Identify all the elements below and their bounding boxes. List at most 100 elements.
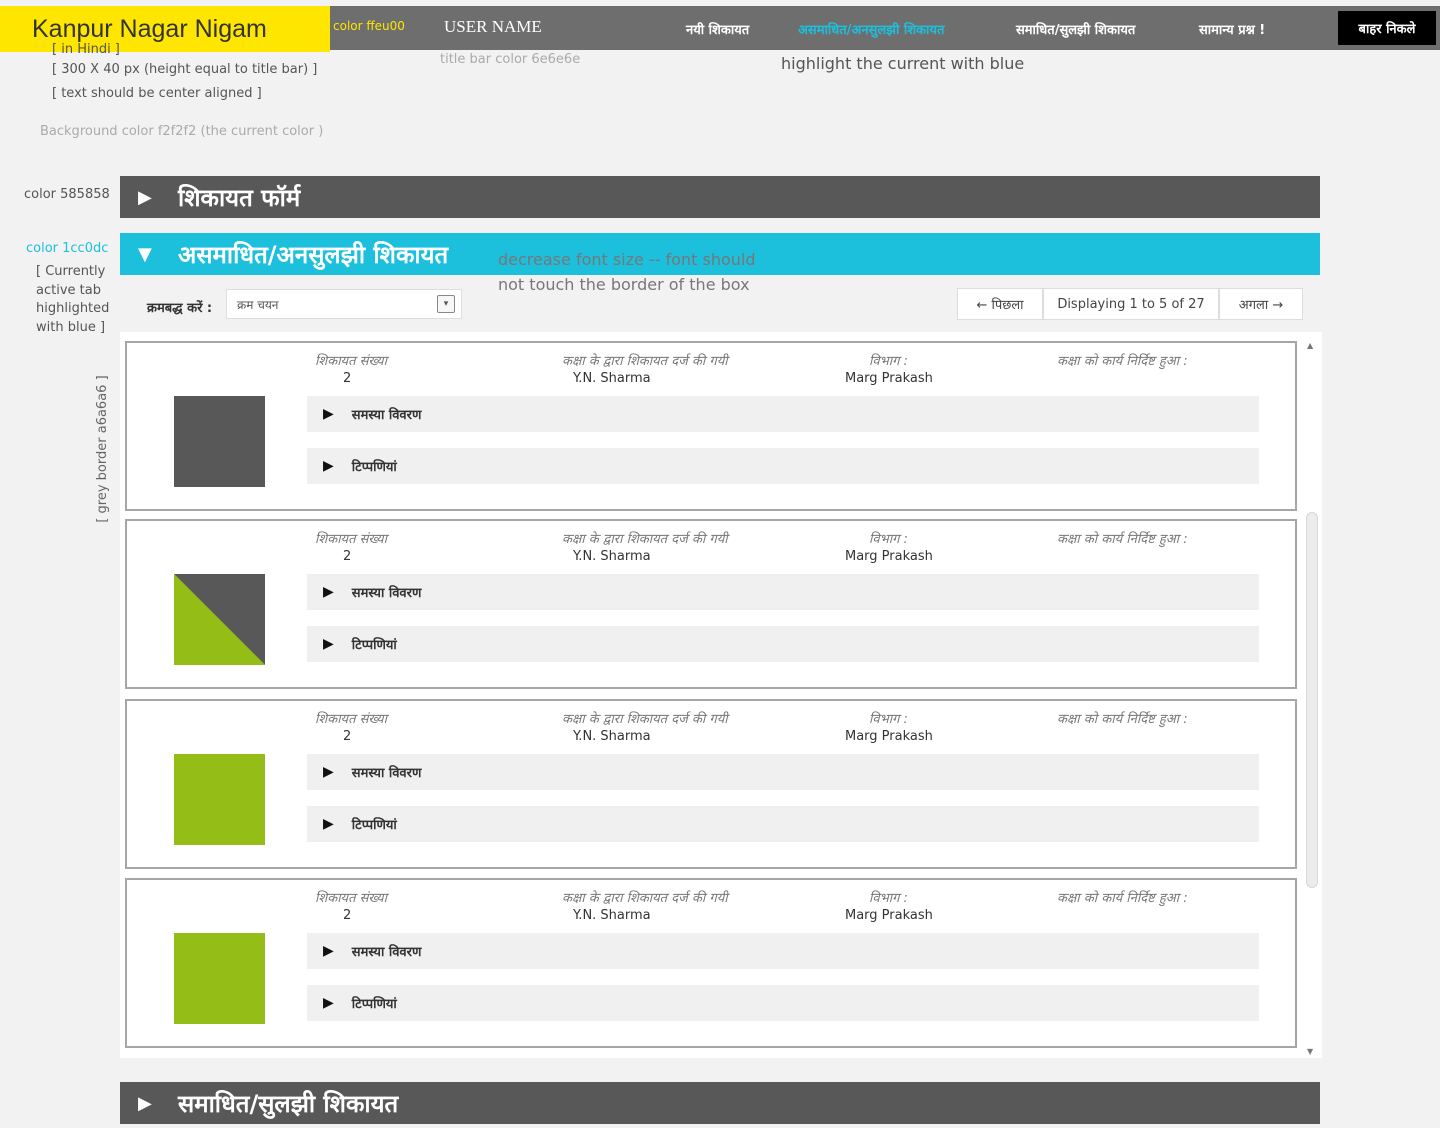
expand-arrow-icon: ▶ bbox=[323, 458, 334, 474]
scroll-down-icon[interactable]: ▼ bbox=[1307, 1047, 1313, 1056]
note-active-tab-2: active tab bbox=[36, 283, 101, 298]
complaint-number: 2 bbox=[343, 908, 352, 923]
col-label-number: शिकायत संख्या bbox=[315, 532, 387, 547]
complaint-filed-by: Y.N. Sharma bbox=[573, 549, 651, 564]
logout-button[interactable]: बाहर निकले bbox=[1338, 11, 1436, 45]
complaint-address: Marg Prakash bbox=[845, 549, 933, 564]
sort-label: क्रमबद्ध करें : bbox=[147, 301, 213, 316]
accordion-label: शिकायत फॉर्म bbox=[178, 183, 301, 212]
col-label-assigned: कक्षा को कार्य निर्दिष्ट हुआ : bbox=[1057, 891, 1188, 906]
col-label-filed-by: कक्षा के द्वारा शिकायत दर्ज की गयी bbox=[562, 712, 728, 727]
note-active-tab-1: [ Currently bbox=[36, 264, 106, 279]
accordion-label: समाधित/सुलझी शिकायत bbox=[178, 1089, 399, 1118]
note-background-color: Background color f2f2f2 (the current col… bbox=[40, 124, 324, 139]
expand-arrow-icon: ▶ bbox=[323, 816, 334, 832]
complaint-address: Marg Prakash bbox=[845, 729, 933, 744]
col-label-address: विभाग : bbox=[869, 532, 908, 547]
col-label-number: शिकायत संख्या bbox=[315, 354, 387, 369]
problem-details-row[interactable]: ▶ समस्या विवरण bbox=[307, 396, 1259, 432]
col-label-filed-by: कक्षा के द्वारा शिकायत दर्ज की गयी bbox=[562, 532, 728, 547]
comments-label: टिप्पणियां bbox=[351, 997, 397, 1012]
dropdown-icon: ▾ bbox=[437, 295, 455, 313]
prev-page-button[interactable]: ← पिछला bbox=[957, 288, 1043, 320]
sort-select[interactable]: क्रम चयन ▾ bbox=[226, 289, 462, 319]
logo-color-note: color ffeu00 bbox=[333, 19, 405, 33]
complaint-filed-by: Y.N. Sharma bbox=[573, 371, 651, 386]
problem-details-label: समस्या विवरण bbox=[351, 408, 422, 423]
sort-select-value: क्रम चयन bbox=[237, 297, 279, 312]
complaint-number: 2 bbox=[343, 371, 352, 386]
accordion-label: असमाधित/अनसुलझी शिकायत bbox=[178, 240, 449, 269]
note-color-1cc0dc: color 1cc0dc bbox=[26, 241, 109, 256]
problem-details-row[interactable]: ▶ समस्या विवरण bbox=[307, 933, 1259, 969]
expand-arrow-icon: ▶ bbox=[138, 1092, 152, 1114]
problem-details-row[interactable]: ▶ समस्या विवरण bbox=[307, 574, 1259, 610]
expand-arrow-icon: ▶ bbox=[323, 943, 334, 959]
expand-arrow-icon: ▶ bbox=[323, 406, 334, 422]
col-label-filed-by: कक्षा के द्वारा शिकायत दर्ज की गयी bbox=[562, 891, 728, 906]
col-label-number: शिकायत संख्या bbox=[315, 712, 387, 727]
username[interactable]: USER NAME bbox=[444, 17, 542, 37]
comments-row[interactable]: ▶ टिप्पणियां bbox=[307, 985, 1259, 1021]
logo[interactable]: Kanpur Nagar Nigam bbox=[0, 6, 330, 52]
comments-row[interactable]: ▶ टिप्पणियां bbox=[307, 806, 1259, 842]
note-title-bar-color: title bar color 6e6e6e bbox=[440, 52, 581, 67]
col-label-address: विभाग : bbox=[869, 354, 908, 369]
expand-arrow-icon: ▶ bbox=[323, 995, 334, 1011]
accordion-resolved-complaints[interactable]: ▶ समाधित/सुलझी शिकायत bbox=[120, 1082, 1320, 1124]
accordion-complaint-form[interactable]: ▶ शिकायत फॉर्म bbox=[120, 176, 1320, 218]
complaint-status-thumbnail bbox=[174, 754, 265, 845]
comments-label: टिप्पणियां bbox=[351, 460, 397, 475]
collapse-arrow-icon: ▼ bbox=[138, 243, 152, 265]
col-label-address: विभाग : bbox=[869, 891, 908, 906]
col-label-assigned: कक्षा को कार्य निर्दिष्ट हुआ : bbox=[1057, 712, 1188, 727]
note-in-hindi: [ in Hindi ] bbox=[52, 42, 120, 57]
complaint-status-thumbnail bbox=[174, 396, 265, 487]
note-center-aligned: [ text should be center aligned ] bbox=[52, 86, 262, 101]
col-label-number: शिकायत संख्या bbox=[315, 891, 387, 906]
comments-label: टिप्पणियां bbox=[351, 818, 397, 833]
problem-details-label: समस्या विवरण bbox=[351, 586, 422, 601]
expand-arrow-icon: ▶ bbox=[323, 584, 334, 600]
note-highlight-current: highlight the current with blue bbox=[781, 54, 1025, 73]
note-color-585858: color 585858 bbox=[24, 187, 110, 202]
problem-details-label: समस्या विवरण bbox=[351, 945, 422, 960]
nav-resolved-complaints[interactable]: समाधित/सुलझी शिकायत bbox=[1016, 20, 1135, 38]
complaint-filed-by: Y.N. Sharma bbox=[573, 729, 651, 744]
note-active-tab-4: with blue ] bbox=[36, 320, 106, 335]
complaint-address: Marg Prakash bbox=[845, 371, 933, 386]
scrollbar-thumb[interactable] bbox=[1306, 512, 1318, 888]
scroll-up-icon[interactable]: ▲ bbox=[1307, 341, 1313, 350]
note-active-tab-3: highlighted bbox=[36, 301, 110, 316]
problem-details-label: समस्या विवरण bbox=[351, 766, 422, 781]
complaint-number: 2 bbox=[343, 549, 352, 564]
complaint-status-thumbnail bbox=[174, 574, 265, 665]
comments-row[interactable]: ▶ टिप्पणियां bbox=[307, 626, 1259, 662]
complaint-card[interactable]: शिकायत संख्या कक्षा के द्वारा शिकायत दर्… bbox=[125, 878, 1297, 1048]
note-logo-size: [ 300 X 40 px (height equal to title bar… bbox=[52, 62, 318, 77]
expand-arrow-icon: ▶ bbox=[323, 636, 334, 652]
nav-unresolved-complaints[interactable]: असमाधित/अनसुलझी शिकायत bbox=[798, 20, 944, 38]
next-page-button[interactable]: अगला → bbox=[1219, 288, 1303, 320]
complaint-number: 2 bbox=[343, 729, 352, 744]
note-grey-border: [ grey border a6a6a6 ] bbox=[95, 375, 110, 523]
nav-new-complaint[interactable]: नयी शिकायत bbox=[686, 20, 749, 38]
pager-status: Displaying 1 to 5 of 27 bbox=[1043, 288, 1219, 320]
comments-label: टिप्पणियां bbox=[351, 638, 397, 653]
col-label-assigned: कक्षा को कार्य निर्दिष्ट हुआ : bbox=[1057, 354, 1188, 369]
logo-text: Kanpur Nagar Nigam bbox=[32, 14, 267, 43]
note-decrease-font-1: decrease font size -- font should bbox=[498, 250, 756, 269]
comments-row[interactable]: ▶ टिप्पणियां bbox=[307, 448, 1259, 484]
complaint-status-thumbnail bbox=[174, 933, 265, 1024]
complaint-address: Marg Prakash bbox=[845, 908, 933, 923]
complaint-card[interactable]: शिकायत संख्या कक्षा के द्वारा शिकायत दर्… bbox=[125, 699, 1297, 869]
complaint-card[interactable]: शिकायत संख्या कक्षा के द्वारा शिकायत दर्… bbox=[125, 341, 1297, 511]
expand-arrow-icon: ▶ bbox=[323, 764, 334, 780]
col-label-address: विभाग : bbox=[869, 712, 908, 727]
problem-details-row[interactable]: ▶ समस्या विवरण bbox=[307, 754, 1259, 790]
complaint-card[interactable]: शिकायत संख्या कक्षा के द्वारा शिकायत दर्… bbox=[125, 519, 1297, 689]
col-label-assigned: कक्षा को कार्य निर्दिष्ट हुआ : bbox=[1057, 532, 1188, 547]
note-decrease-font-2: not touch the border of the box bbox=[498, 275, 750, 294]
expand-arrow-icon: ▶ bbox=[138, 186, 152, 208]
nav-faq[interactable]: सामान्य प्रश्न ! bbox=[1199, 20, 1265, 38]
